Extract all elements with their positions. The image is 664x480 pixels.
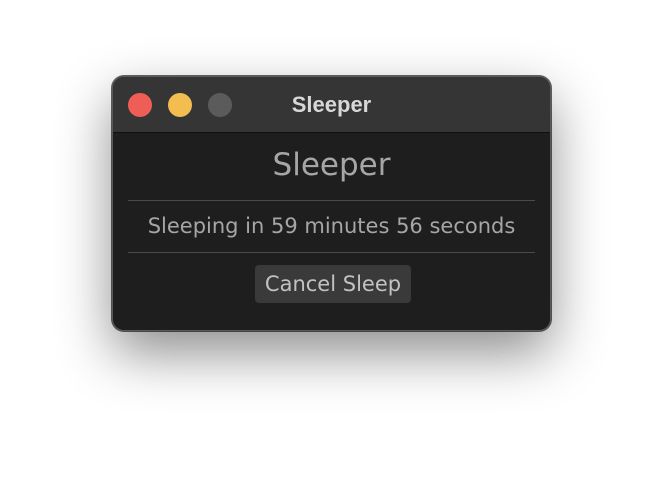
main-content: Sleeper Sleeping in 59 minutes 56 second…	[113, 133, 550, 330]
cancel-sleep-button[interactable]: Cancel Sleep	[255, 265, 411, 303]
sleeper-window: Sleeper Sleeper Sleeping in 59 minutes 5…	[112, 76, 551, 331]
divider-bottom	[128, 252, 535, 253]
app-heading: Sleeper	[272, 147, 391, 183]
divider-top	[128, 200, 535, 201]
window-title: Sleeper	[291, 92, 372, 117]
sleep-countdown-text: Sleeping in 59 minutes 56 seconds	[147, 214, 516, 238]
title-bar[interactable]: Sleeper	[113, 77, 550, 133]
